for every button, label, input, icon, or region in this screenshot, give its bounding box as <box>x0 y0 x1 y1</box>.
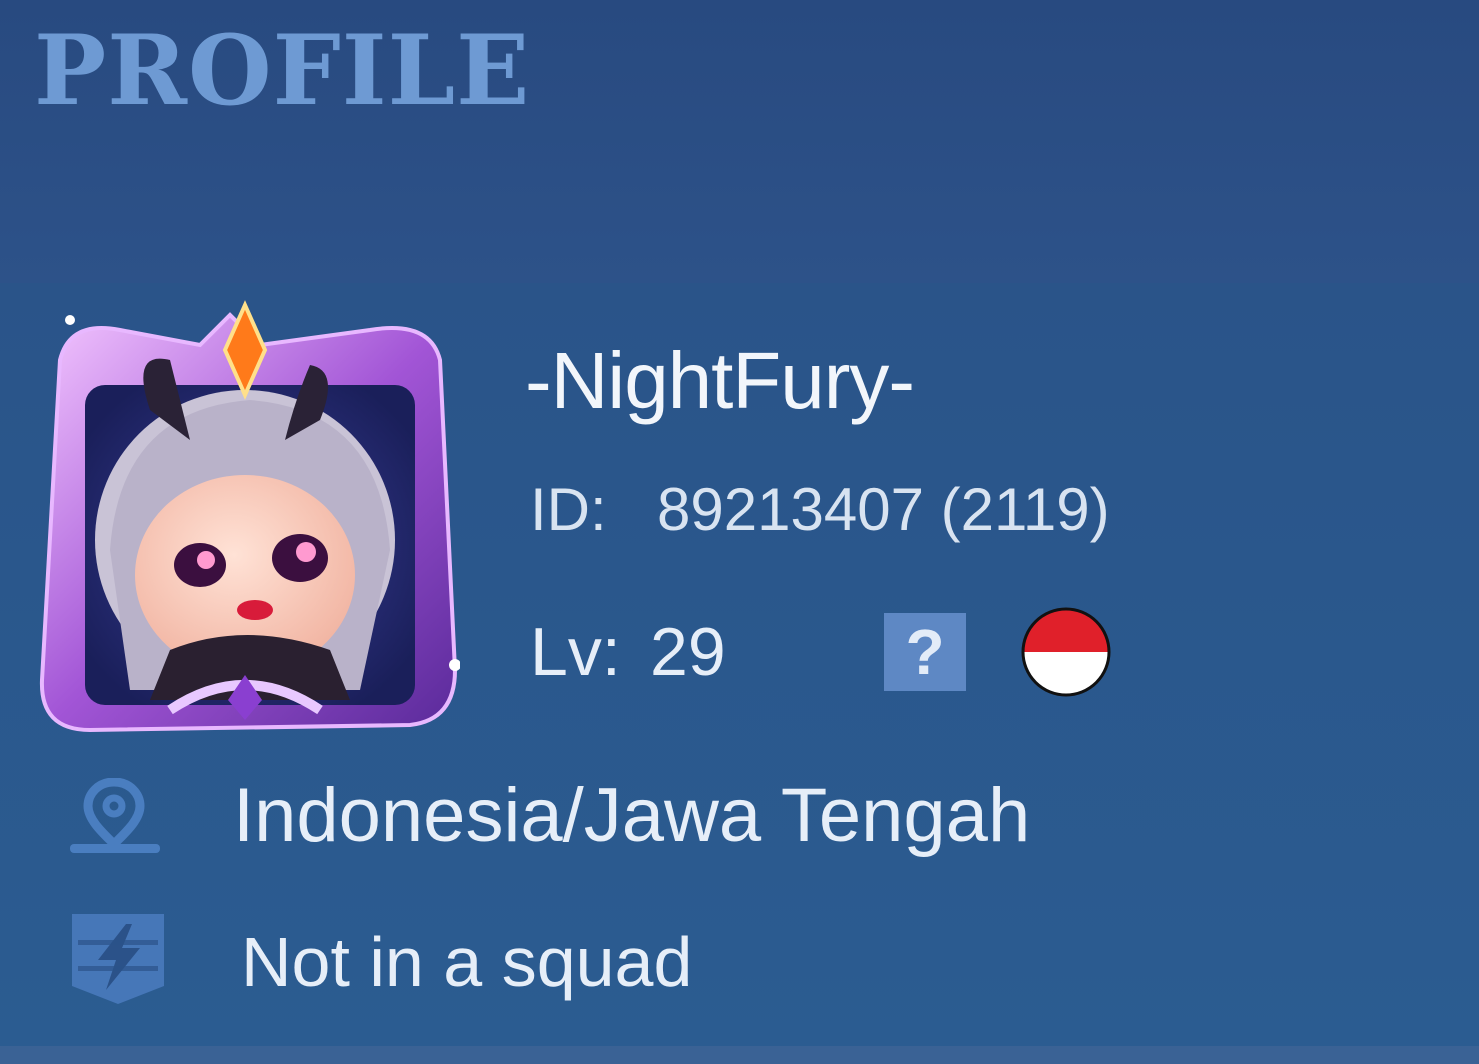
help-badge[interactable]: ? <box>884 613 966 691</box>
level-label: Lv: <box>530 614 621 690</box>
location-pin-icon <box>68 777 164 858</box>
bottom-divider <box>0 1046 1479 1064</box>
location-text: Indonesia/Jawa Tengah <box>233 773 1031 858</box>
level-value: 29 <box>650 614 726 690</box>
page-title: PROFILE <box>34 14 531 127</box>
squad-status: Not in a squad <box>241 923 693 1001</box>
indonesia-flag-icon <box>1021 607 1111 697</box>
player-name: -NightFury- <box>525 336 915 425</box>
id-value: 89213407 (2119) <box>657 476 1110 543</box>
squad-shield-icon <box>68 910 168 1006</box>
avatar[interactable] <box>30 290 460 740</box>
id-label: ID: <box>530 476 607 543</box>
hero-avatar-icon <box>39 300 460 733</box>
